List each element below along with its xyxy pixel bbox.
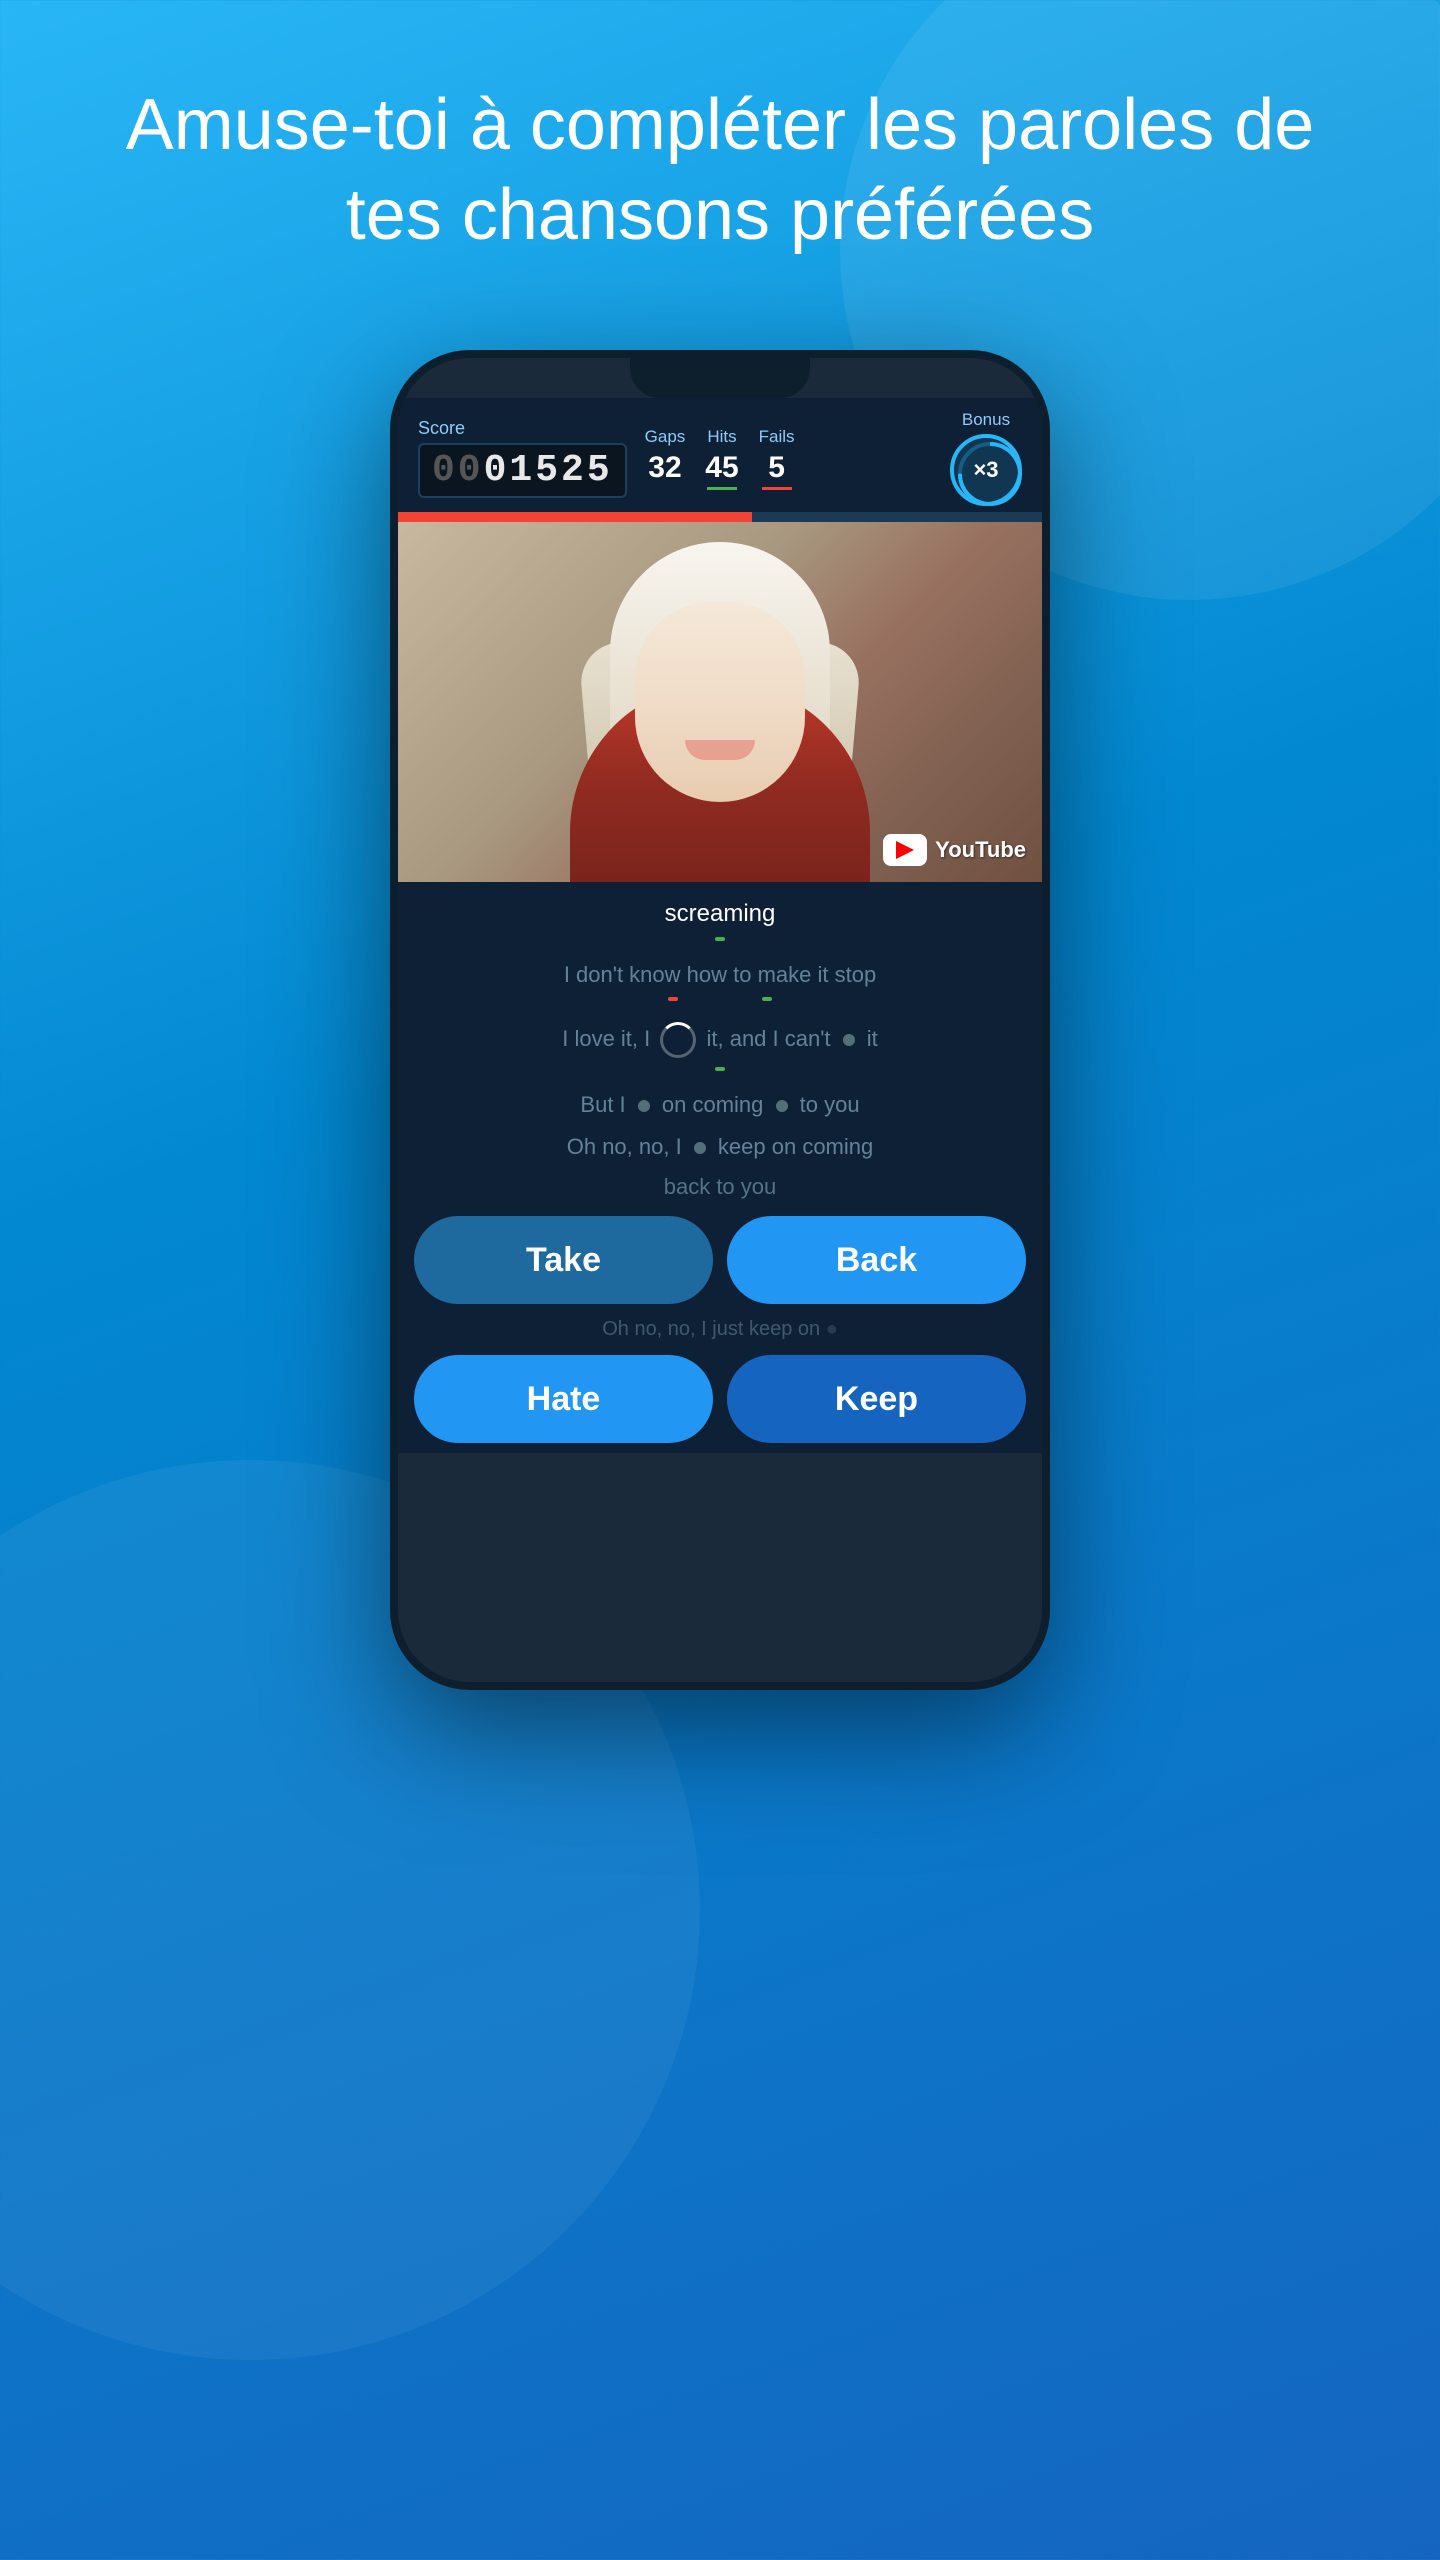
- youtube-icon: [883, 834, 927, 866]
- progress-bar-container: [398, 512, 1042, 522]
- header-title: Amuse-toi à compléter les paroles de tes…: [0, 80, 1440, 260]
- buttons-area: back to you Take Back Oh no, no, I just …: [398, 1168, 1042, 1453]
- button-row-1-container: back to you Take Back: [414, 1168, 1026, 1314]
- lyric-line-5: Oh no, no, I keep on coming: [418, 1126, 1022, 1168]
- button-row-2: Hate Keep: [414, 1345, 1026, 1453]
- lyric-text-4: But I on coming to you: [580, 1092, 859, 1117]
- keep-button[interactable]: Keep: [727, 1355, 1026, 1443]
- score-label: Score: [418, 418, 465, 439]
- lyric-line-3: I love it, I it, and I can't it: [418, 1014, 1022, 1084]
- youtube-badge: YouTube: [883, 834, 1026, 866]
- dot-4: [694, 1142, 706, 1154]
- progress-bar-fill: [398, 512, 752, 522]
- phone-body: Score 0001525 Gaps 32 Hits 45 Fails 5: [390, 350, 1050, 1690]
- back-button[interactable]: Back: [727, 1216, 1026, 1304]
- hits-stat: Hits 45: [705, 427, 738, 490]
- lyric-text-5: Oh no, no, I keep on coming: [567, 1134, 874, 1159]
- behind-text-1: back to you: [414, 1168, 1026, 1206]
- phone-notch: [630, 358, 810, 398]
- button-row-1: Take Back: [414, 1206, 1026, 1314]
- stats-section: Gaps 32 Hits 45 Fails 5: [645, 427, 932, 490]
- lyric-ind-2a: [668, 997, 678, 1001]
- lyric-ind-3: [715, 1067, 725, 1071]
- hits-value: 45: [705, 451, 738, 485]
- take-button[interactable]: Take: [414, 1216, 713, 1304]
- score-bar: Score 0001525 Gaps 32 Hits 45 Fails 5: [398, 398, 1042, 512]
- video-person: [398, 522, 1042, 882]
- bonus-circle: ×3: [950, 434, 1022, 506]
- fails-value: 5: [768, 451, 785, 485]
- lyric-ind-2b: [762, 997, 772, 1001]
- score-number: 01525: [484, 449, 613, 492]
- lyric-text-2: I don't know how to make it stop: [564, 962, 876, 987]
- gaps-value: 32: [648, 451, 681, 485]
- bonus-label: Bonus: [962, 410, 1010, 430]
- youtube-label: YouTube: [935, 837, 1026, 863]
- lyric-line-4: But I on coming to you: [418, 1084, 1022, 1126]
- hits-underline: [707, 487, 737, 490]
- behind-text-2: Oh no, no, I just keep on ●: [414, 1314, 1026, 1345]
- fails-stat: Fails 5: [759, 427, 795, 490]
- gaps-label: Gaps: [645, 427, 686, 447]
- lyrics-area: screaming I don't know how to make it st…: [398, 882, 1042, 1168]
- dot-1: [843, 1034, 855, 1046]
- spinner-icon-1: [660, 1022, 696, 1058]
- lyric-text-1: screaming: [665, 900, 776, 927]
- dot-2: [638, 1100, 650, 1112]
- lyric-line-1: screaming: [418, 892, 1022, 954]
- lyric-text-3: I love it, I it, and I can't it: [562, 1026, 878, 1051]
- hits-label: Hits: [707, 427, 736, 447]
- gaps-stat: Gaps 32: [645, 427, 686, 490]
- hate-button[interactable]: Hate: [414, 1355, 713, 1443]
- score-section: Score 0001525: [418, 418, 627, 498]
- fails-label: Fails: [759, 427, 795, 447]
- play-triangle: [896, 841, 914, 859]
- button-row-2-container: Oh no, no, I just keep on ● Hate Keep: [414, 1314, 1026, 1453]
- lyric-ind-1: [715, 937, 725, 941]
- lyric-line-2: I don't know how to make it stop: [418, 954, 1022, 1014]
- dot-3: [776, 1100, 788, 1112]
- bonus-value: ×3: [973, 457, 998, 483]
- phone-mockup: Score 0001525 Gaps 32 Hits 45 Fails 5: [390, 350, 1050, 1690]
- video-area: YouTube: [398, 522, 1042, 882]
- bonus-section: Bonus ×3: [950, 410, 1022, 506]
- fails-underline: [762, 487, 792, 490]
- score-value: 0001525: [418, 443, 627, 498]
